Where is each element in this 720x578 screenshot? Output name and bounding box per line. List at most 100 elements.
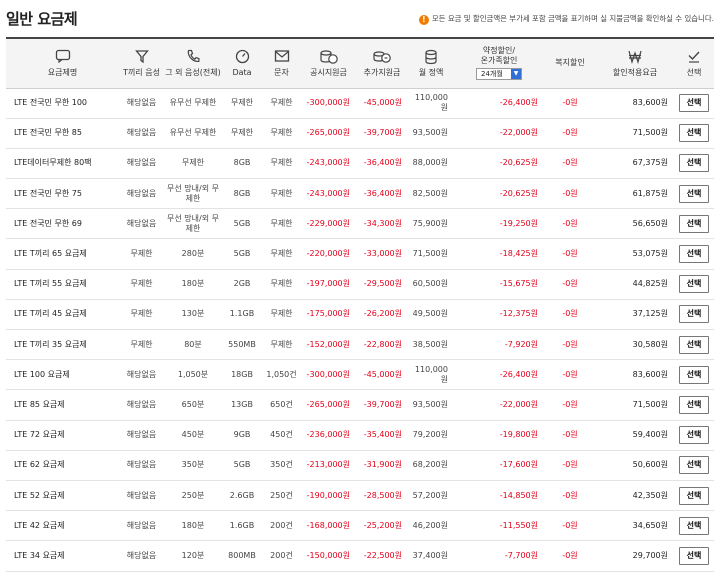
coin-stack-icon <box>302 49 355 65</box>
t-voice: 해당없음 <box>119 148 164 180</box>
select-button[interactable]: 선택 <box>679 124 709 143</box>
t-voice: 해당없음 <box>119 540 164 572</box>
select-cell: 선택 <box>674 208 714 240</box>
select-button[interactable]: 선택 <box>679 365 709 384</box>
select-button[interactable]: 선택 <box>679 395 709 414</box>
select-button[interactable]: 선택 <box>679 214 709 233</box>
monthly-fee: 37,400원 <box>408 540 454 572</box>
extra-subsidy: -39,700원 <box>356 389 408 421</box>
plan-name: LTE 85 요금제 <box>6 389 119 421</box>
envelope-icon <box>263 49 300 65</box>
other-voice: 180분 <box>164 269 222 300</box>
extra-subsidy: -25,200원 <box>356 510 408 542</box>
discounted-fee: 44,825원 <box>596 269 674 300</box>
extra-subsidy: -31,900원 <box>356 450 408 481</box>
table-row: LTE 72 요금제 해당없음 450분 9GB 450건 -236,000원 -35,40… <box>6 420 714 451</box>
monthly-fee: 93,500원 <box>408 118 454 149</box>
contract-term-value: 24개월 <box>481 70 503 79</box>
contract-discount: -18,425원 <box>454 238 544 270</box>
table-row: LTE 85 요금제 해당없음 650분 13GB 650건 -265,000원 -39,7… <box>6 389 714 421</box>
table-row: LTE T끼리 35 요금제 무제한 80분 550MB 무제한 -152,000원 -22… <box>6 329 714 361</box>
select-button[interactable]: 선택 <box>679 546 709 565</box>
extra-subsidy: -22,500원 <box>356 540 408 572</box>
table-header-row: 요금제명 T끼리 음성 그 외 음성(전체) Data 문자 공시지원금 추가지… <box>6 37 714 89</box>
monthly-fee: 71,500원 <box>408 238 454 270</box>
select-button[interactable]: 선택 <box>679 94 709 113</box>
public-subsidy: -152,000원 <box>301 329 356 361</box>
extra-subsidy: -39,700원 <box>356 118 408 149</box>
t-voice: 해당없음 <box>119 480 164 512</box>
table-row: LTE 100 요금제 해당없음 1,050분 18GB 1,050건 -300,000원… <box>6 359 714 391</box>
select-cell: 선택 <box>674 480 714 512</box>
other-voice: 280분 <box>164 238 222 270</box>
data-amount: 8GB <box>222 178 262 210</box>
select-button[interactable]: 선택 <box>679 184 709 203</box>
data-amount: 2.6GB <box>222 480 262 512</box>
price-notice-text: 모든 요금 및 할인금액은 부가세 포함 금액을 표기하며 실 지불금액을 확인… <box>431 14 714 23</box>
sms-amount: 무제한 <box>262 329 301 361</box>
contract-discount: -26,400원 <box>454 88 544 119</box>
col-public-subsidy: 공시지원금 <box>301 37 356 89</box>
data-amount: 5GB <box>222 208 262 240</box>
select-button[interactable]: 선택 <box>679 245 709 264</box>
public-subsidy: -220,000원 <box>301 238 356 270</box>
welfare-discount: -0원 <box>544 238 596 270</box>
sms-amount: 무제한 <box>262 208 301 240</box>
monthly-fee: 60,500원 <box>408 269 454 300</box>
select-button[interactable]: 선택 <box>679 516 709 535</box>
data-amount: 9GB <box>222 420 262 451</box>
public-subsidy: -213,000원 <box>301 450 356 481</box>
phone-icon <box>165 49 221 65</box>
contract-discount: -15,675원 <box>454 269 544 300</box>
select-button[interactable]: 선택 <box>679 335 709 354</box>
select-button[interactable]: 선택 <box>679 305 709 324</box>
extra-subsidy: -33,000원 <box>356 238 408 270</box>
select-button[interactable]: 선택 <box>679 275 709 294</box>
plan-name: LTE T끼리 35 요금제 <box>6 329 119 361</box>
chevron-down-icon: ▼ <box>511 69 521 80</box>
select-cell: 선택 <box>674 329 714 361</box>
extra-subsidy: -28,500원 <box>356 480 408 512</box>
select-cell: 선택 <box>674 299 714 331</box>
sms-amount: 650건 <box>262 389 301 421</box>
select-button[interactable]: 선택 <box>679 426 709 445</box>
table-row: LTE T끼리 55 요금제 무제한 180분 2GB 무제한 -197,000원 -29,… <box>6 269 714 300</box>
public-subsidy: -190,000원 <box>301 480 356 512</box>
welfare-discount: -0원 <box>544 178 596 210</box>
plan-name: LTE 62 요금제 <box>6 450 119 481</box>
public-subsidy: -197,000원 <box>301 269 356 300</box>
plan-name: LTE 42 요금제 <box>6 510 119 542</box>
table-row: LTE 전국민 무한 69 해당없음 무선 망내/외 무제한 5GB 무제한 -229,0… <box>6 208 714 240</box>
select-cell: 선택 <box>674 359 714 391</box>
data-amount: 5GB <box>222 450 262 481</box>
select-button[interactable]: 선택 <box>679 486 709 505</box>
welfare-discount: -0원 <box>544 480 596 512</box>
t-voice: 무제한 <box>119 329 164 361</box>
t-voice: 해당없음 <box>119 510 164 542</box>
discounted-fee: 53,075원 <box>596 238 674 270</box>
extra-subsidy: -26,200원 <box>356 299 408 331</box>
contract-term-select[interactable]: 24개월 ▼ <box>476 68 522 81</box>
monthly-fee: 68,200원 <box>408 450 454 481</box>
monthly-fee: 49,500원 <box>408 299 454 331</box>
select-button[interactable]: 선택 <box>679 154 709 173</box>
other-voice: 유무선 무제한 <box>164 88 222 119</box>
monthly-fee: 88,000원 <box>408 148 454 180</box>
other-voice: 유무선 무제한 <box>164 118 222 149</box>
plan-name: LTE 52 요금제 <box>6 480 119 512</box>
contract-discount: -17,600원 <box>454 450 544 481</box>
select-button[interactable]: 선택 <box>679 456 709 475</box>
other-voice: 350분 <box>164 450 222 481</box>
other-voice: 120분 <box>164 540 222 572</box>
other-voice: 무선 망내/외 무제한 <box>164 208 222 240</box>
plan-name: LTE 34 요금제 <box>6 540 119 572</box>
other-voice: 450분 <box>164 420 222 451</box>
monthly-fee: 38,500원 <box>408 329 454 361</box>
table-row: LTE 전국민 무한 85 해당없음 유무선 무제한 무제한 무제한 -265,000원 -… <box>6 118 714 149</box>
monthly-fee: 79,200원 <box>408 420 454 451</box>
welfare-discount: -0원 <box>544 359 596 391</box>
table-row: LTE 42 요금제 해당없음 180분 1.6GB 200건 -168,000원 -25,… <box>6 510 714 542</box>
welfare-discount: -0원 <box>544 88 596 119</box>
sms-amount: 무제한 <box>262 178 301 210</box>
t-voice: 무제한 <box>119 238 164 270</box>
